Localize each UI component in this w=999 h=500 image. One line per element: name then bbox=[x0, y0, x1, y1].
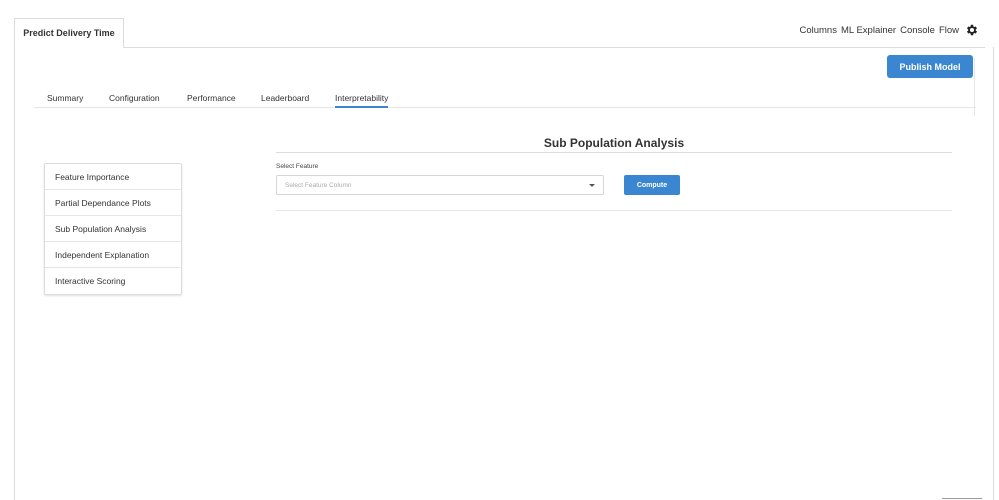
scroll-indicator bbox=[942, 498, 982, 499]
select-feature-label: Select Feature bbox=[276, 163, 319, 170]
menu-item-sub-population-analysis[interactable]: Sub Population Analysis bbox=[45, 216, 181, 242]
publish-model-button[interactable]: Publish Model bbox=[887, 55, 973, 78]
gear-icon[interactable] bbox=[965, 23, 979, 37]
document-tab[interactable]: Predict Delivery Time bbox=[14, 18, 124, 48]
subtab-bar: Summary Configuration Performance Leader… bbox=[34, 92, 976, 108]
panel-divider bbox=[276, 210, 952, 211]
menu-item-independent-explanation[interactable]: Independent Explanation bbox=[45, 242, 181, 268]
panel-title: Sub Population Analysis bbox=[543, 136, 685, 150]
tab-configuration[interactable]: Configuration bbox=[109, 92, 160, 106]
menu-item-interactive-scoring[interactable]: Interactive Scoring bbox=[45, 268, 181, 294]
feature-select[interactable]: Select Feature Column bbox=[276, 175, 604, 195]
tab-summary[interactable]: Summary bbox=[47, 92, 83, 106]
nav-ml-explainer[interactable]: ML Explainer bbox=[841, 25, 896, 36]
title-divider bbox=[276, 152, 952, 153]
caret-down-icon bbox=[589, 184, 595, 187]
menu-item-partial-dependance-plots[interactable]: Partial Dependance Plots bbox=[45, 190, 181, 216]
nav-console[interactable]: Console bbox=[900, 25, 935, 36]
tab-leaderboard[interactable]: Leaderboard bbox=[261, 92, 309, 106]
tab-interpretability[interactable]: Interpretability bbox=[335, 92, 389, 108]
nav-flow[interactable]: Flow bbox=[939, 25, 959, 36]
interpretability-menu: Feature Importance Partial Dependance Pl… bbox=[44, 163, 182, 295]
tab-performance[interactable]: Performance bbox=[187, 92, 236, 106]
compute-button[interactable]: Compute bbox=[624, 175, 680, 195]
menu-item-feature-importance[interactable]: Feature Importance bbox=[45, 164, 181, 190]
top-nav: Columns ML Explainer Console Flow bbox=[799, 23, 979, 37]
nav-columns[interactable]: Columns bbox=[799, 25, 837, 36]
feature-select-placeholder: Select Feature Column bbox=[285, 181, 352, 189]
